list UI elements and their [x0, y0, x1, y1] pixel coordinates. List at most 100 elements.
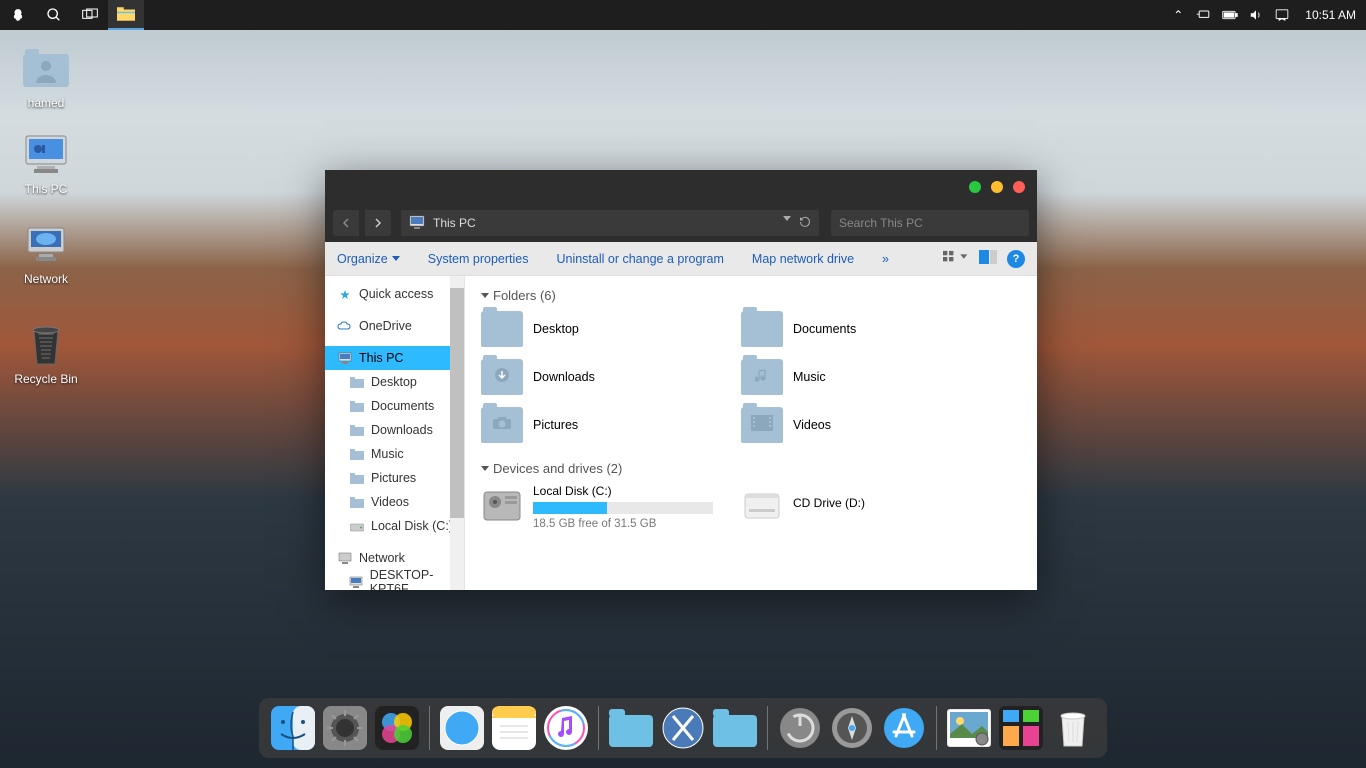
dock-power[interactable]: [776, 704, 824, 752]
computer-icon: [349, 574, 364, 590]
minimize-button[interactable]: [991, 181, 1003, 193]
dock-launchpad[interactable]: [828, 704, 876, 752]
devices-section-header[interactable]: Devices and drives (2): [481, 461, 1021, 476]
dock-game-center[interactable]: [373, 704, 421, 752]
search-input[interactable]: Search This PC: [831, 210, 1029, 236]
explorer-window: This PC Search This PC Organize System p…: [325, 170, 1037, 590]
clock[interactable]: 10:51 AM: [1305, 8, 1356, 22]
sidebar-item-onedrive[interactable]: OneDrive: [325, 314, 464, 338]
sidebar-item-videos[interactable]: Videos: [325, 490, 464, 514]
sidebar-item-local-disk[interactable]: Local Disk (C:): [325, 514, 464, 538]
taskbar: ⌃ 10:51 AM: [0, 0, 1366, 30]
dock-safari[interactable]: [438, 704, 486, 752]
cd-drive-icon: [741, 484, 783, 526]
chevron-up-icon[interactable]: ⌃: [1170, 7, 1186, 23]
folders-section-header[interactable]: Folders (6): [481, 288, 1021, 303]
desktop-icon-label: This PC: [8, 182, 84, 196]
folder-desktop[interactable]: Desktop: [481, 311, 731, 347]
desktop-icon-label: Network: [8, 272, 84, 286]
folder-icon: [349, 446, 365, 462]
toolbar-map-drive[interactable]: Map network drive: [752, 252, 854, 266]
onedrive-icon: [337, 318, 353, 334]
toolbar-system-properties[interactable]: System properties: [428, 252, 529, 266]
sidebar-item-desktop[interactable]: Desktop: [325, 370, 464, 394]
sidebar-item-documents[interactable]: Documents: [325, 394, 464, 418]
network-icon: [337, 550, 353, 566]
chevron-down-icon[interactable]: [783, 216, 791, 221]
dock-folder-2[interactable]: [711, 704, 759, 752]
folder-icon: [481, 407, 523, 443]
dock-trash[interactable]: [1049, 704, 1097, 752]
drive-usage-bar: [533, 502, 713, 514]
file-explorer-taskbar-button[interactable]: [108, 0, 144, 30]
star-icon: ★: [337, 286, 353, 302]
maximize-button[interactable]: [969, 181, 981, 193]
dock-separator: [936, 706, 937, 750]
network-icon: [22, 220, 70, 268]
folder-icon: [741, 359, 783, 395]
dock-settings[interactable]: [321, 704, 369, 752]
desktop-icon-label: Recycle Bin: [8, 372, 84, 386]
dock-itunes[interactable]: [542, 704, 590, 752]
chevron-down-icon: [481, 293, 489, 298]
folder-documents[interactable]: Documents: [741, 311, 991, 347]
forward-button[interactable]: [365, 210, 391, 236]
folder-icon: [741, 311, 783, 347]
recycle-bin-icon: [22, 320, 70, 368]
dock-photos[interactable]: [945, 704, 993, 752]
folder-videos[interactable]: Videos: [741, 407, 991, 443]
desktop-icon-this-pc[interactable]: This PC: [8, 130, 84, 196]
help-button[interactable]: ?: [1007, 250, 1025, 268]
sidebar-item-desktop-host[interactable]: DESKTOP-KPT6F: [325, 570, 464, 590]
dock-folder-1[interactable]: [607, 704, 655, 752]
battery-icon[interactable]: [1222, 7, 1238, 23]
sidebar-item-music[interactable]: Music: [325, 442, 464, 466]
this-pc-icon: [337, 350, 353, 366]
navbar: This PC Search This PC: [325, 204, 1037, 242]
folder-icon: [481, 359, 523, 395]
toolbar-more[interactable]: »: [882, 252, 889, 266]
chevron-down-icon: [481, 466, 489, 471]
sidebar-item-network[interactable]: Network: [325, 546, 464, 570]
toolbar-organize[interactable]: Organize: [337, 252, 400, 266]
desktop-icon-user[interactable]: hamed: [8, 44, 84, 110]
back-button[interactable]: [333, 210, 359, 236]
dock-mission-control[interactable]: [997, 704, 1045, 752]
view-icons-button[interactable]: [943, 250, 969, 267]
drive-cd[interactable]: CD Drive (D:): [741, 484, 991, 530]
folder-icon: [349, 374, 365, 390]
power-icon[interactable]: [1196, 7, 1212, 23]
notifications-icon[interactable]: [1274, 7, 1290, 23]
desktop-icon-recycle-bin[interactable]: Recycle Bin: [8, 320, 84, 386]
address-bar[interactable]: This PC: [401, 210, 819, 236]
dock-separator: [429, 706, 430, 750]
folder-downloads[interactable]: Downloads: [481, 359, 731, 395]
sidebar-item-quick-access[interactable]: ★Quick access: [325, 282, 464, 306]
search-button[interactable]: [36, 0, 72, 30]
toolbar-uninstall[interactable]: Uninstall or change a program: [556, 252, 723, 266]
start-button[interactable]: [0, 0, 36, 30]
drive-name: Local Disk (C:): [533, 484, 731, 498]
sidebar-item-downloads[interactable]: Downloads: [325, 418, 464, 442]
sidebar-item-this-pc[interactable]: This PC: [325, 346, 464, 370]
sidebar-item-pictures[interactable]: Pictures: [325, 466, 464, 490]
task-view-button[interactable]: [72, 0, 108, 30]
titlebar[interactable]: [325, 170, 1037, 204]
refresh-icon[interactable]: [799, 216, 811, 231]
folder-music[interactable]: Music: [741, 359, 991, 395]
dock-osx[interactable]: [659, 704, 707, 752]
sidebar-scrollbar[interactable]: [450, 276, 464, 590]
folder-pictures[interactable]: Pictures: [481, 407, 731, 443]
disk-icon: [481, 484, 523, 526]
dock-appstore[interactable]: [880, 704, 928, 752]
folder-icon: [349, 398, 365, 414]
dock-notes[interactable]: [490, 704, 538, 752]
close-button[interactable]: [1013, 181, 1025, 193]
folder-icon: [481, 311, 523, 347]
sidebar: ★Quick access OneDrive This PC Desktop D…: [325, 276, 465, 590]
volume-icon[interactable]: [1248, 7, 1264, 23]
preview-pane-button[interactable]: [979, 250, 997, 267]
desktop-icon-network[interactable]: Network: [8, 220, 84, 286]
dock-finder[interactable]: [269, 704, 317, 752]
drive-local-disk[interactable]: Local Disk (C:) 18.5 GB free of 31.5 GB: [481, 484, 731, 530]
